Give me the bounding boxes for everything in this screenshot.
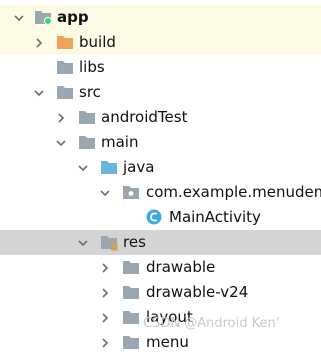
folder-icon — [122, 284, 140, 300]
tree-row-label: menu — [146, 333, 189, 351]
tree-row-label: com.example.menudem — [146, 183, 321, 201]
tree-row-label: src — [79, 83, 101, 101]
tree-row-app[interactable]: app — [0, 5, 321, 30]
folder-icon — [122, 309, 140, 325]
chevron-right-icon[interactable] — [100, 288, 110, 298]
chevron-down-icon[interactable] — [14, 13, 24, 23]
tree-row-menu[interactable]: menu — [0, 330, 321, 355]
tree-row-androidtest[interactable]: androidTest — [0, 105, 321, 130]
tree-row-drawable-v24[interactable]: drawable-v24 — [0, 280, 321, 305]
tree-row-package[interactable]: com.example.menudem — [0, 180, 321, 205]
tree-row-main[interactable]: main — [0, 130, 321, 155]
tree-row-label: androidTest — [101, 108, 188, 126]
folder-icon — [122, 259, 140, 275]
tree-row-label: libs — [79, 58, 105, 76]
folder-icon — [78, 109, 96, 125]
chevron-down-icon[interactable] — [78, 163, 88, 173]
tree-row-build[interactable]: build — [0, 30, 321, 55]
chevron-right-icon[interactable] — [100, 263, 110, 273]
class-icon — [146, 209, 164, 225]
orange-folder-icon — [56, 34, 74, 50]
chevron-down-icon[interactable] — [78, 238, 88, 248]
tree-row-label: drawable-v24 — [146, 283, 249, 301]
folder-icon — [78, 134, 96, 150]
tree-row-label: res — [123, 233, 146, 251]
tree-row-label: app — [57, 8, 89, 26]
tree-row-res[interactable]: res — [0, 230, 321, 255]
tree-row-java[interactable]: java — [0, 155, 321, 180]
tree-row-label: java — [123, 158, 155, 176]
tree-row-libs[interactable]: libs — [0, 55, 321, 80]
tree-row-label: MainActivity — [169, 208, 261, 226]
chevron-down-icon[interactable] — [34, 88, 44, 98]
tree-row-label: main — [101, 133, 139, 151]
folder-icon — [56, 59, 74, 75]
tree-row-mainactivity[interactable]: MainActivity — [0, 205, 321, 230]
module-folder-icon — [34, 9, 52, 25]
tree-row-src[interactable]: src — [0, 80, 321, 105]
folder-icon — [56, 84, 74, 100]
tree-row-label: drawable — [146, 258, 216, 276]
folder-icon — [122, 334, 140, 350]
chevron-down-icon[interactable] — [56, 138, 66, 148]
resource-folder-icon — [100, 234, 118, 251]
chevron-right-icon[interactable] — [100, 313, 110, 323]
chevron-right-icon[interactable] — [56, 113, 66, 123]
source-folder-icon — [100, 159, 118, 175]
watermark: CSDN @Android Ken' — [143, 316, 280, 331]
tree-row-label: build — [79, 33, 116, 51]
chevron-down-icon[interactable] — [100, 188, 110, 198]
project-tree: app build libs src androidTest main java… — [0, 0, 321, 351]
package-icon — [122, 184, 140, 200]
chevron-right-icon[interactable] — [100, 338, 110, 348]
chevron-right-icon[interactable] — [34, 38, 44, 48]
tree-row-drawable[interactable]: drawable — [0, 255, 321, 280]
